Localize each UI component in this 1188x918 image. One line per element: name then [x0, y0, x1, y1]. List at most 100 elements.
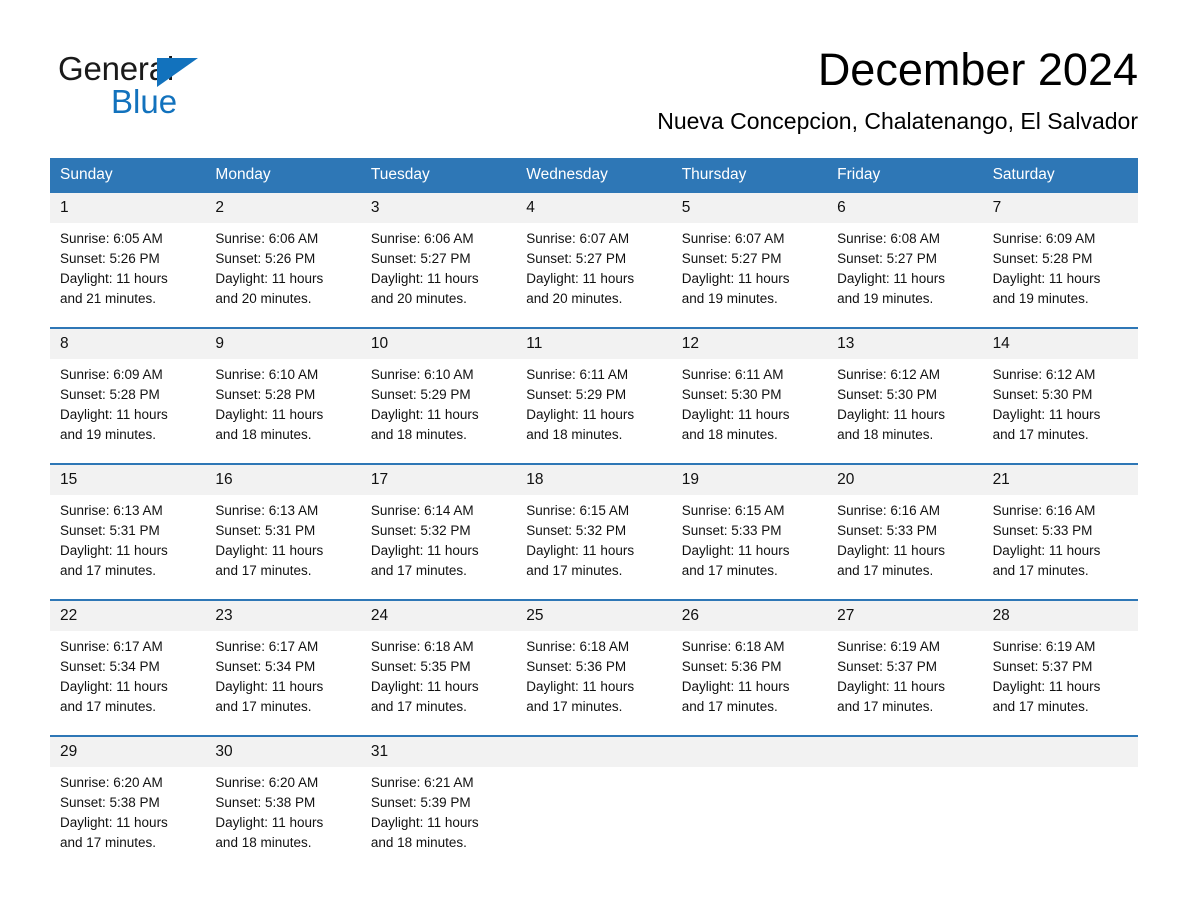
- day-details: Sunrise: 6:18 AM Sunset: 5:36 PM Dayligh…: [672, 631, 827, 717]
- sunrise-text: Sunrise: 6:11 AM: [526, 367, 629, 382]
- day-cell[interactable]: 29 Sunrise: 6:20 AM Sunset: 5:38 PM Dayl…: [50, 737, 206, 861]
- day-details: Sunrise: 6:06 AM Sunset: 5:27 PM Dayligh…: [361, 223, 516, 309]
- day-cell[interactable]: 20 Sunrise: 6:16 AM Sunset: 5:33 PM Dayl…: [827, 465, 983, 589]
- daylight-text-line1: Daylight: 11 hours: [215, 679, 324, 694]
- daylight-text-line1: Daylight: 11 hours: [526, 679, 635, 694]
- sunset-text: Sunset: 5:28 PM: [215, 387, 316, 402]
- day-cell[interactable]: 1 Sunrise: 6:05 AM Sunset: 5:26 PM Dayli…: [50, 193, 206, 317]
- day-cell[interactable]: 3 Sunrise: 6:06 AM Sunset: 5:27 PM Dayli…: [360, 193, 517, 317]
- daylight-text-line1: Daylight: 11 hours: [60, 271, 168, 286]
- day-cell[interactable]: 4 Sunrise: 6:07 AM Sunset: 5:27 PM Dayli…: [516, 193, 672, 317]
- day-cell[interactable]: 24 Sunrise: 6:18 AM Sunset: 5:35 PM Dayl…: [360, 601, 517, 725]
- day-cell[interactable]: 2 Sunrise: 6:06 AM Sunset: 5:26 PM Dayli…: [205, 193, 361, 317]
- sunset-text: Sunset: 5:30 PM: [681, 387, 782, 402]
- daylight-text-line2: and 19 minutes.: [992, 291, 1089, 306]
- sunrise-text: Sunrise: 6:16 AM: [837, 503, 940, 518]
- day-details: Sunrise: 6:17 AM Sunset: 5:34 PM Dayligh…: [50, 631, 205, 717]
- day-number: 18: [516, 465, 672, 495]
- sunset-text: Sunset: 5:33 PM: [837, 523, 937, 538]
- day-number: 1: [50, 193, 206, 223]
- daylight-text-line1: Daylight: 11 hours: [681, 679, 790, 694]
- day-number: 24: [360, 601, 517, 631]
- sunset-text: Sunset: 5:33 PM: [681, 523, 782, 538]
- sunrise-text: Sunrise: 6:10 AM: [370, 367, 474, 382]
- day-cell[interactable]: 27 Sunrise: 6:19 AM Sunset: 5:37 PM Dayl…: [827, 601, 983, 725]
- daylight-text-line1: Daylight: 11 hours: [60, 543, 168, 558]
- sunrise-text: Sunrise: 6:07 AM: [681, 231, 785, 246]
- day-cell[interactable]: 28 Sunrise: 6:19 AM Sunset: 5:37 PM Dayl…: [982, 601, 1138, 725]
- day-details: Sunrise: 6:09 AM Sunset: 5:28 PM Dayligh…: [50, 359, 205, 445]
- sunrise-text: Sunrise: 6:07 AM: [526, 231, 630, 246]
- sunset-text: Sunset: 5:31 PM: [215, 523, 316, 538]
- day-cell[interactable]: 19 Sunrise: 6:15 AM Sunset: 5:33 PM Dayl…: [671, 465, 828, 589]
- day-cell[interactable]: 21 Sunrise: 6:16 AM Sunset: 5:33 PM Dayl…: [982, 465, 1138, 589]
- day-number: 14: [982, 329, 1138, 359]
- day-cell[interactable]: 6 Sunrise: 6:08 AM Sunset: 5:27 PM Dayli…: [827, 193, 983, 317]
- weekday-header-thursday: Thursday: [681, 166, 747, 183]
- day-number: 8: [50, 329, 206, 359]
- day-cell[interactable]: 22 Sunrise: 6:17 AM Sunset: 5:34 PM Dayl…: [50, 601, 206, 725]
- day-cell[interactable]: 26 Sunrise: 6:18 AM Sunset: 5:36 PM Dayl…: [671, 601, 828, 725]
- day-cell[interactable]: 10 Sunrise: 6:10 AM Sunset: 5:29 PM Dayl…: [360, 329, 517, 453]
- day-details: Sunrise: 6:12 AM Sunset: 5:30 PM Dayligh…: [827, 359, 982, 445]
- sunrise-text: Sunrise: 6:09 AM: [60, 367, 163, 382]
- day-details: Sunrise: 6:19 AM Sunset: 5:37 PM Dayligh…: [983, 631, 1138, 717]
- sunset-text: Sunset: 5:35 PM: [370, 659, 471, 674]
- sunset-text: Sunset: 5:39 PM: [370, 795, 471, 810]
- day-number: 30: [205, 737, 361, 767]
- daylight-text-line2: and 20 minutes.: [215, 291, 312, 306]
- day-cell[interactable]: 7 Sunrise: 6:09 AM Sunset: 5:28 PM Dayli…: [982, 193, 1138, 317]
- calendar-grid: Sunday Monday Tuesday Wednesday Thursday…: [50, 158, 1138, 861]
- day-cell[interactable]: 9 Sunrise: 6:10 AM Sunset: 5:28 PM Dayli…: [205, 329, 361, 453]
- day-cell[interactable]: 5 Sunrise: 6:07 AM Sunset: 5:27 PM Dayli…: [671, 193, 828, 317]
- day-cell[interactable]: 15 Sunrise: 6:13 AM Sunset: 5:31 PM Dayl…: [50, 465, 206, 589]
- day-cell[interactable]: 17 Sunrise: 6:14 AM Sunset: 5:32 PM Dayl…: [360, 465, 517, 589]
- daylight-text-line2: and 21 minutes.: [60, 291, 157, 306]
- day-cell[interactable]: 25 Sunrise: 6:18 AM Sunset: 5:36 PM Dayl…: [516, 601, 672, 725]
- sunrise-text: Sunrise: 6:06 AM: [215, 231, 319, 246]
- day-number: 23: [205, 601, 361, 631]
- day-cell[interactable]: 13 Sunrise: 6:12 AM Sunset: 5:30 PM Dayl…: [827, 329, 983, 453]
- sunrise-text: Sunrise: 6:09 AM: [992, 231, 1096, 246]
- day-details: Sunrise: 6:10 AM Sunset: 5:28 PM Dayligh…: [205, 359, 360, 445]
- day-cell[interactable]: 14 Sunrise: 6:12 AM Sunset: 5:30 PM Dayl…: [982, 329, 1138, 453]
- daylight-text-line2: and 18 minutes.: [681, 427, 778, 442]
- day-details: Sunrise: 6:18 AM Sunset: 5:35 PM Dayligh…: [361, 631, 516, 717]
- week-row: 1 Sunrise: 6:05 AM Sunset: 5:26 PM Dayli…: [50, 193, 1138, 317]
- sunset-text: Sunset: 5:37 PM: [992, 659, 1093, 674]
- daylight-text-line1: Daylight: 11 hours: [992, 407, 1101, 422]
- day-details: Sunrise: 6:19 AM Sunset: 5:37 PM Dayligh…: [827, 631, 982, 717]
- day-cell[interactable]: 16 Sunrise: 6:13 AM Sunset: 5:31 PM Dayl…: [205, 465, 361, 589]
- daylight-text-line2: and 19 minutes.: [681, 291, 778, 306]
- day-number: 11: [516, 329, 672, 359]
- title-block: December 2024 Nueva Concepcion, Chalaten…: [378, 42, 1138, 136]
- day-cell[interactable]: 30 Sunrise: 6:20 AM Sunset: 5:38 PM Dayl…: [205, 737, 361, 861]
- page-subtitle: Nueva Concepcion, Chalatenango, El Salva…: [657, 108, 1138, 134]
- page-header: General Blue December 2024 Nueva Concepc…: [50, 42, 1138, 142]
- day-cell[interactable]: 31 Sunrise: 6:21 AM Sunset: 5:39 PM Dayl…: [360, 737, 517, 861]
- day-cell[interactable]: 8 Sunrise: 6:09 AM Sunset: 5:28 PM Dayli…: [50, 329, 206, 453]
- day-details: Sunrise: 6:07 AM Sunset: 5:27 PM Dayligh…: [672, 223, 827, 309]
- weekday-header-wednesday: Wednesday: [526, 166, 608, 183]
- daylight-text-line1: Daylight: 11 hours: [992, 679, 1101, 694]
- day-cell[interactable]: 11 Sunrise: 6:11 AM Sunset: 5:29 PM Dayl…: [516, 329, 672, 453]
- week-row: 22 Sunrise: 6:17 AM Sunset: 5:34 PM Dayl…: [50, 599, 1138, 725]
- day-cell[interactable]: 18 Sunrise: 6:15 AM Sunset: 5:32 PM Dayl…: [516, 465, 672, 589]
- day-details: Sunrise: 6:14 AM Sunset: 5:32 PM Dayligh…: [361, 495, 516, 581]
- day-number: 29: [50, 737, 206, 767]
- day-cell[interactable]: 12 Sunrise: 6:11 AM Sunset: 5:30 PM Dayl…: [671, 329, 828, 453]
- daylight-text-line1: Daylight: 11 hours: [992, 271, 1101, 286]
- day-cell[interactable]: 23 Sunrise: 6:17 AM Sunset: 5:34 PM Dayl…: [205, 601, 361, 725]
- daylight-text-line2: and 17 minutes.: [526, 563, 623, 578]
- sunset-text: Sunset: 5:37 PM: [837, 659, 937, 674]
- sunrise-text: Sunrise: 6:15 AM: [526, 503, 630, 518]
- day-details: Sunrise: 6:13 AM Sunset: 5:31 PM Dayligh…: [205, 495, 360, 581]
- daylight-text-line2: and 17 minutes.: [992, 699, 1089, 714]
- sunset-text: Sunset: 5:29 PM: [370, 387, 471, 402]
- generalblue-logo[interactable]: General Blue: [58, 50, 318, 126]
- day-number: 15: [50, 465, 206, 495]
- sunrise-text: Sunrise: 6:20 AM: [60, 775, 163, 790]
- day-number: [516, 737, 672, 767]
- sunrise-text: Sunrise: 6:20 AM: [215, 775, 319, 790]
- daylight-text-line1: Daylight: 11 hours: [681, 271, 790, 286]
